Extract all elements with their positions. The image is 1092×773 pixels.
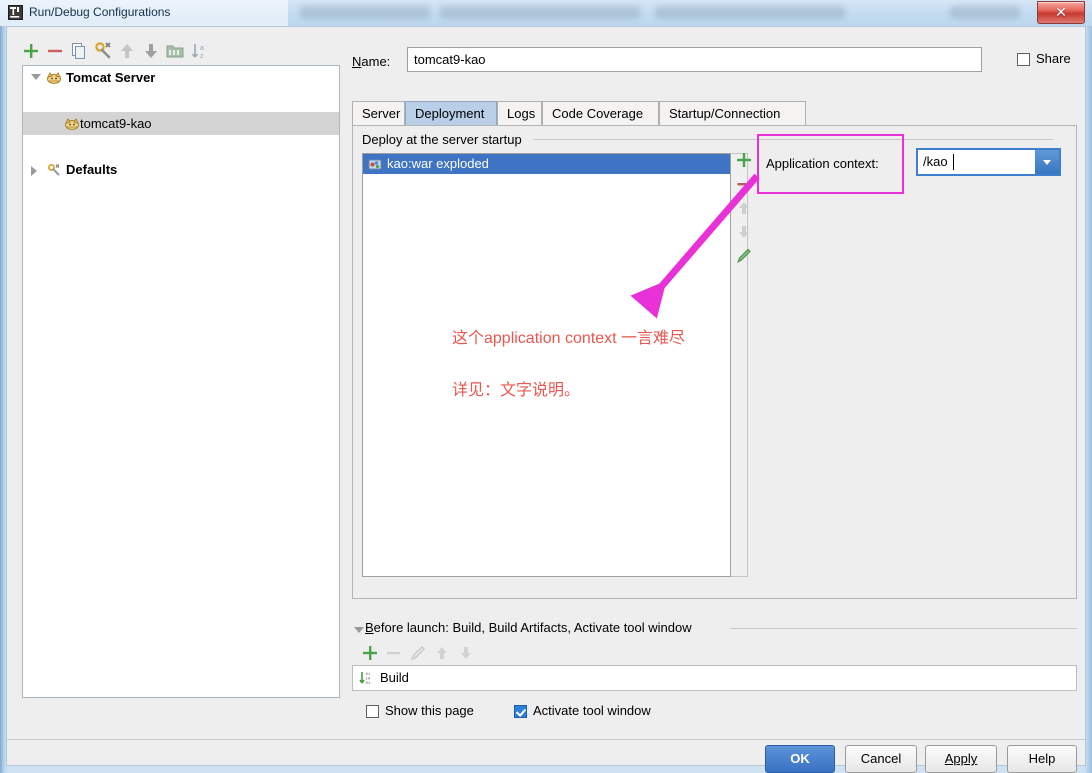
show-this-page-checkbox[interactable]: Show this page [366,703,481,721]
help-button[interactable]: Help [1007,745,1077,773]
tree-item-label: Defaults [66,162,118,177]
svg-text:z: z [200,53,204,60]
artifact-label: kao:war exploded [387,156,489,171]
tab-code-coverage[interactable]: Code Coverage [542,101,659,125]
task-move-down-button[interactable] [454,641,478,665]
show-this-page-box[interactable] [366,705,379,718]
move-up-button[interactable] [115,39,139,63]
task-label: Build [380,670,409,685]
group-separator [533,139,1053,140]
tree-item-label: Tomcat Server [66,70,156,85]
tab-server[interactable]: Server [352,101,405,125]
background-ghost-text [440,6,640,19]
edit-defaults-wrench-button[interactable] [91,39,115,63]
svg-text:01: 01 [366,682,371,686]
chevron-down-icon[interactable] [31,74,41,80]
tomcat-icon [64,116,80,132]
before-launch-mnemonic: B [365,620,374,635]
text-caret [953,154,954,170]
application-context-value: /kao [923,154,948,169]
tree-item-label: tomcat9-kao [80,116,152,131]
before-launch-title-rest: efore launch: Build, Build Artifacts, Ac… [373,620,692,635]
title-bar: Run/Debug Configurations ✕ [0,0,1092,26]
cancel-button[interactable]: Cancel [845,745,917,773]
svg-text:10: 10 [366,678,371,682]
window-title: Run/Debug Configurations [29,5,171,19]
move-artifact-down-button[interactable] [733,220,755,244]
deploy-group-label: Deploy at the server startup [362,132,528,147]
add-artifact-button[interactable] [733,148,755,172]
configurations-toolbar: a z [19,39,339,65]
task-move-up-button[interactable] [430,641,454,665]
svg-text:01: 01 [366,673,371,677]
folder-icon-button[interactable] [163,39,187,63]
activate-tool-window-label: Activate tool window [533,703,651,718]
chevron-right-icon[interactable] [31,166,37,176]
before-launch-title: Before launch: Build, Build Artifacts, A… [365,620,692,635]
tree-item-tomcat9-kao[interactable]: tomcat9-kao [23,112,339,135]
apply-button[interactable]: Apply [925,745,997,773]
name-label-rest: ame: [361,54,391,69]
configuration-editor-pane: Name: Share Server Deployment Logs Code … [352,37,1077,727]
svg-text:a: a [200,45,204,52]
show-this-page-label: Show this page [385,703,474,718]
background-ghost-text [655,6,845,19]
tab-deployment[interactable]: Deployment [405,101,497,125]
share-checkbox-box[interactable] [1017,53,1030,66]
tree-item-tomcat-server[interactable]: Tomcat Server [23,66,339,89]
name-mnemonic: N [352,54,362,69]
remove-task-button[interactable] [382,641,406,665]
edit-artifact-button[interactable] [733,244,755,268]
intellij-idea-icon [8,5,23,20]
artifact-icon [368,157,382,171]
ok-button[interactable]: OK [765,745,835,773]
tab-logs[interactable]: Logs [497,101,542,125]
deployment-artifacts-list[interactable]: kao:war exploded [362,153,731,577]
name-input[interactable] [407,47,982,72]
build-icon: 01 10 01 [359,670,375,686]
activate-tool-window-box[interactable] [514,705,527,718]
application-context-combobox[interactable]: /kao [916,148,1061,176]
chevron-down-icon[interactable] [354,627,364,633]
before-launch-task-list[interactable]: 01 10 01 Build [352,665,1077,691]
close-icon: ✕ [1055,4,1067,20]
add-task-button[interactable] [358,641,382,665]
before-launch-toolbar [358,641,558,665]
tab-startup-connection[interactable]: Startup/Connection [659,101,806,125]
configurations-tree[interactable]: Tomcat Server tomcat9-kao Defaults [22,65,340,698]
dialog-client-area: a z Tomcat Server tomcat9-kao Defaults N… [6,26,1086,773]
tomcat-icon [46,70,62,86]
chevron-down-icon[interactable] [1035,150,1059,174]
tree-item-defaults[interactable]: Defaults [23,158,339,181]
close-button[interactable]: ✕ [1037,1,1085,24]
activate-tool-window-checkbox[interactable]: Activate tool window [514,703,674,721]
background-ghost-text [950,6,1020,19]
deployment-tab-panel: Deploy at the server startup kao:war exp… [352,125,1077,599]
before-launch-separator [730,628,1077,629]
application-context-label: Application context: [766,156,879,171]
dialog-window: Run/Debug Configurations ✕ a z Tomcat Se… [0,0,1092,773]
move-down-button[interactable] [139,39,163,63]
add-configuration-button[interactable] [19,39,43,63]
wrench-icon [46,162,62,178]
copy-configuration-button[interactable] [67,39,91,63]
remove-artifact-button[interactable] [733,172,755,196]
edit-task-button[interactable] [406,641,430,665]
background-ghost-text [300,6,430,19]
artifact-row[interactable]: kao:war exploded [363,154,730,174]
name-label: Name: [352,54,390,69]
move-artifact-up-button[interactable] [733,196,755,220]
sort-az-button[interactable]: a z [187,39,211,63]
share-checkbox[interactable]: Share [1017,51,1092,69]
share-checkbox-label: Share [1036,51,1071,66]
apply-button-label: Apply [944,751,978,766]
deployment-side-toolbar [733,148,757,288]
bottom-separator [7,739,1085,740]
remove-configuration-button[interactable] [43,39,67,63]
